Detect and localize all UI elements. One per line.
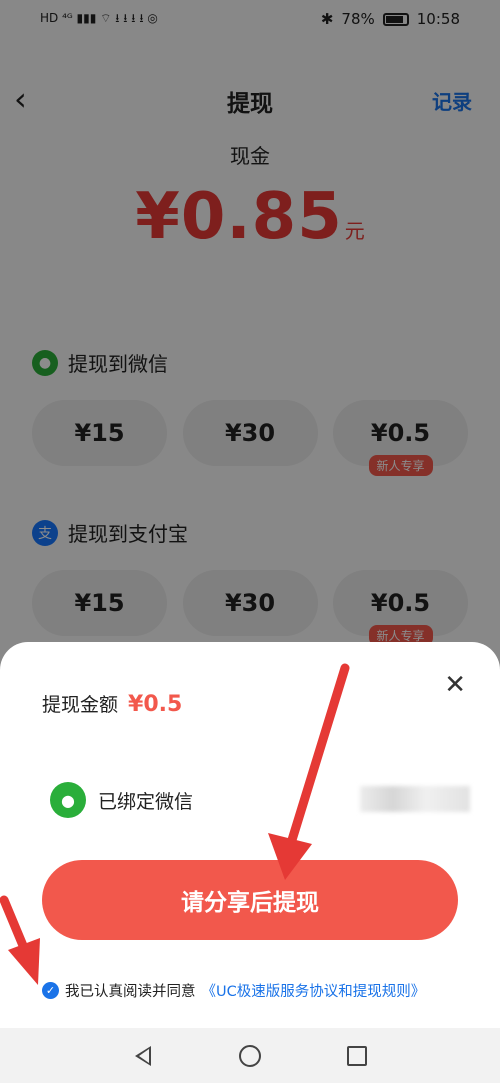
circle-home-icon bbox=[238, 1044, 261, 1067]
nav-home-button[interactable] bbox=[238, 1044, 262, 1068]
system-nav-bar bbox=[0, 1028, 500, 1083]
square-recents-icon bbox=[346, 1045, 367, 1066]
arrow-to-button bbox=[268, 663, 350, 880]
nav-back-button[interactable] bbox=[131, 1044, 155, 1068]
annotation-arrows bbox=[0, 663, 350, 985]
triangle-back-icon bbox=[135, 1045, 152, 1066]
nav-recent-button[interactable] bbox=[345, 1044, 369, 1068]
arrow-to-checkbox bbox=[0, 895, 40, 985]
